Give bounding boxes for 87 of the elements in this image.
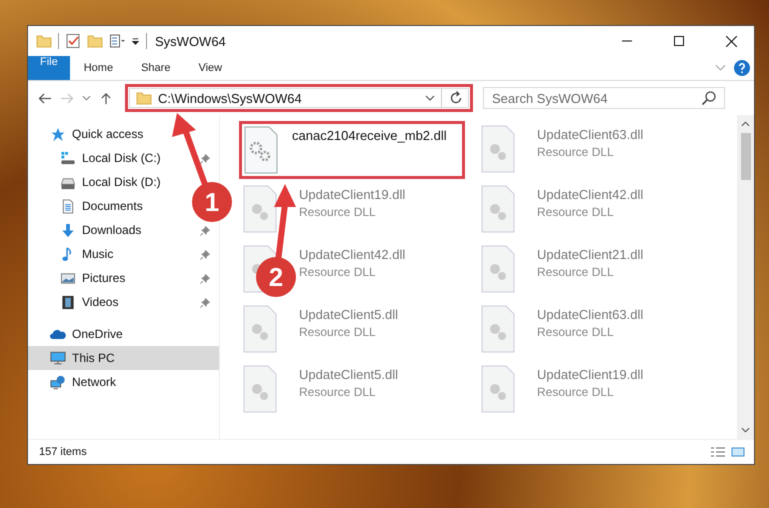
folder-icon[interactable] [36,33,52,49]
file-name[interactable]: canac2104receive_mb2.dll [292,126,447,143]
vertical-scrollbar[interactable] [737,115,754,439]
expand-ribbon-icon[interactable] [715,64,726,72]
sidebar-label: Documents [82,199,143,213]
sidebar-label: Videos [82,295,118,309]
sidebar-label: Local Disk (C:) [82,151,161,165]
sidebar-item[interactable]: Quick access [28,122,219,146]
pin-icon[interactable] [200,248,211,260]
file-type: Resource DLL [537,325,615,339]
item-count: 157 items [39,446,87,458]
scroll-up-icon[interactable] [741,121,750,127]
sidebar-label: Downloads [82,223,142,237]
file-type: Resource DLL [299,385,377,399]
file-name[interactable]: UpdateClient42.dll [537,185,644,202]
properties-icon[interactable] [109,33,125,49]
file-tab[interactable]: File [28,56,70,80]
file-type: Resource DLL [537,145,615,159]
refresh-icon[interactable] [448,90,464,106]
pin-icon[interactable] [200,272,211,284]
address-path: C:\Windows\SysWOW64 [158,90,303,106]
sidebar-label: Network [72,375,116,389]
search-field[interactable]: Search SysWOW64 [483,87,725,109]
file-name[interactable]: UpdateClient21.dll [537,245,644,262]
sidebar-item[interactable]: OneDrive [28,322,219,346]
large-icons-view-icon[interactable] [730,446,746,458]
ribbon-tab[interactable]: View [184,56,236,80]
file-name[interactable]: UpdateClient63.dll [537,125,644,142]
file-name[interactable]: UpdateClient19.dll [299,185,406,202]
maximize-icon [674,36,684,46]
monitor-icon [50,350,66,366]
sidebar-label: Music [82,247,114,261]
sidebar-label: This PC [72,351,115,365]
sidebar-item[interactable]: Network [28,370,219,394]
window-title: SysWOW64 [154,34,226,48]
film-strip-icon [60,294,76,310]
file-name[interactable]: UpdateClient42.dll [299,245,406,262]
ribbon-tab[interactable]: Home [70,56,128,80]
scrollbar-thumb[interactable] [740,133,750,180]
sidebar-item[interactable]: Music [60,242,114,266]
sidebar-item[interactable]: Pictures [60,266,126,290]
file-type: Resource DLL [299,325,377,339]
sidebar-label: OneDrive [72,327,123,341]
sidebar-item[interactable]: Downloads [60,218,142,242]
file-type: Resource DLL [299,205,377,219]
back-arrow-icon[interactable] [38,92,52,104]
document-icon [60,198,76,214]
sidebar-label: Local Disk (D:) [82,175,161,189]
sidebar-label: Pictures [82,271,126,285]
sidebar-item[interactable]: This PC [28,346,219,370]
address-dropdown-caret-icon[interactable] [425,95,435,101]
customize-dropdown-icon[interactable] [131,36,140,46]
network-icon [50,374,66,390]
details-view-icon[interactable] [710,446,726,458]
file-type: Resource DLL [299,265,377,279]
file-name[interactable]: UpdateClient5.dll [299,365,398,382]
file-type: Resource DLL [537,265,615,279]
file-type: Resource DLL [537,385,615,399]
file-name[interactable]: UpdateClient19.dll [537,365,644,382]
checklist-icon[interactable] [65,33,81,49]
up-arrow-icon[interactable] [99,92,113,104]
drive-icon [60,150,76,166]
pin-icon[interactable] [200,152,211,164]
folder-icon[interactable] [87,33,103,49]
pin-icon[interactable] [200,224,211,236]
close-icon [726,36,736,46]
address-field[interactable]: C:\Windows\SysWOW64 [129,88,469,108]
ribbon-tab[interactable]: Share [127,56,184,80]
file-name[interactable]: UpdateClient63.dll [537,305,644,322]
gear-file-icon[interactable] [244,126,278,174]
star-icon [50,126,66,142]
folder-icon [136,90,152,106]
minimize-icon [622,40,632,42]
sidebar-item[interactable]: Documents [60,194,143,218]
help-icon[interactable] [734,60,750,76]
sidebar-item[interactable]: Local Disk (C:) [60,146,161,170]
file-name[interactable]: UpdateClient5.dll [299,305,398,322]
file-type: Resource DLL [537,205,615,219]
pin-icon[interactable] [200,296,211,308]
recent-locations-caret-icon[interactable] [82,95,91,101]
scroll-down-icon[interactable] [741,427,750,433]
picture-icon [60,270,76,286]
sidebar-item[interactable]: Local Disk (D:) [60,170,161,194]
download-arrow-icon [60,222,76,238]
search-icon[interactable] [701,90,717,106]
sidebar-item[interactable]: Videos [60,290,118,314]
sidebar-label: Quick access [72,127,144,141]
